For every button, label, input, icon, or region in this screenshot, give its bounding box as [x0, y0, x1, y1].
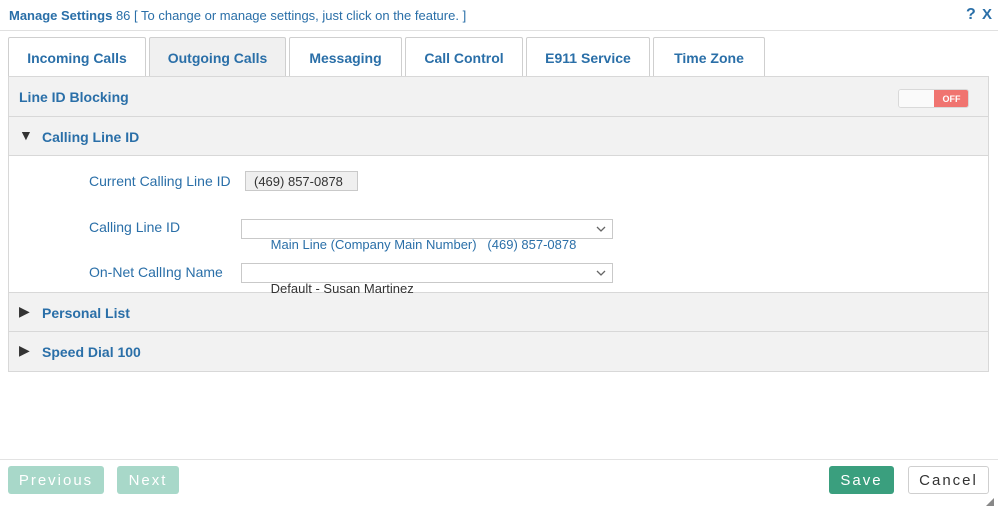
on-net-calling-name-select[interactable]: Default - Susan Martinez: [241, 263, 613, 296]
current-calling-line-id-value: (469) 857-0878: [245, 171, 358, 191]
help-icon[interactable]: ?: [966, 6, 976, 24]
calling-line-id-body: Current Calling Line ID (469) 857-0878 C…: [9, 156, 988, 296]
line-id-blocking-toggle[interactable]: OFF: [898, 89, 969, 108]
expand-arrow-icon: ▶: [19, 303, 30, 319]
toggle-state-label: OFF: [934, 90, 968, 107]
calling-line-id-select-label: Calling Line ID: [89, 219, 181, 235]
speed-dial-100-title: Speed Dial 100: [42, 344, 141, 360]
line-id-blocking-row: Line ID Blocking OFF: [9, 77, 988, 117]
tab-outgoing-calls[interactable]: Outgoing Calls: [149, 37, 286, 77]
title-bar: Manage Settings - 86 [ To change or mana…: [0, 0, 998, 31]
previous-button[interactable]: Previous: [8, 466, 104, 494]
expand-arrow-icon: ▶: [19, 342, 30, 358]
dialog-subtitle: - 86 [ To change or manage settings, jus…: [108, 8, 467, 23]
speed-dial-100-header[interactable]: ▶ Speed Dial 100: [9, 332, 988, 371]
current-calling-line-id-label: Current Calling Line ID: [89, 173, 231, 189]
calling-line-id-select[interactable]: Main Line (Company Main Number) (469) 85…: [241, 219, 613, 252]
next-button[interactable]: Next: [117, 466, 179, 494]
save-button[interactable]: Save: [829, 466, 894, 494]
line-id-blocking-label: Line ID Blocking: [19, 89, 129, 105]
cancel-button[interactable]: Cancel: [908, 466, 989, 494]
collapse-arrow-icon: ▼: [19, 127, 33, 143]
chevron-down-icon: [596, 270, 606, 276]
dialog-footer: Previous Next Save Cancel: [0, 459, 998, 509]
on-net-calling-name-label: On-Net CallIng Name: [89, 264, 223, 280]
calling-line-id-title: Calling Line ID: [42, 129, 140, 145]
chevron-down-icon: [596, 226, 606, 232]
toggle-knob: [899, 90, 934, 107]
resize-handle-icon[interactable]: [985, 497, 995, 507]
tab-e911-service[interactable]: E911 Service: [526, 37, 650, 77]
calling-line-id-header[interactable]: ▼ Calling Line ID: [9, 117, 988, 156]
close-icon[interactable]: X: [982, 6, 992, 23]
settings-panel: Line ID Blocking OFF ▼ Calling Line ID C…: [8, 76, 989, 372]
tab-incoming-calls[interactable]: Incoming Calls: [8, 37, 146, 77]
tab-time-zone[interactable]: Time Zone: [653, 37, 765, 77]
calling-line-id-select-value: Main Line (Company Main Number) (469) 85…: [270, 237, 577, 252]
personal-list-title: Personal List: [42, 305, 130, 321]
tab-messaging[interactable]: Messaging: [289, 37, 402, 77]
personal-list-header[interactable]: ▶ Personal List: [9, 293, 988, 332]
dialog-title: Manage Settings: [9, 8, 113, 23]
tab-call-control[interactable]: Call Control: [405, 37, 523, 77]
